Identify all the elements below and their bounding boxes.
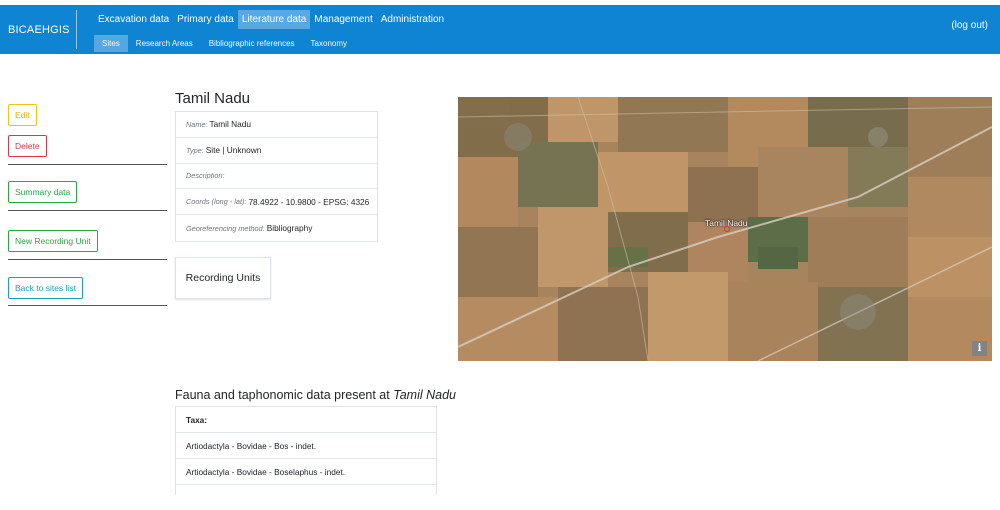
recording-units-card[interactable]: Recording Units — [175, 257, 271, 299]
detail-description: Description: — [176, 164, 377, 190]
edit-button[interactable]: Edit — [8, 104, 37, 126]
brand-divider — [76, 10, 77, 49]
sidebar: Edit Delete Summary data New Recording U… — [8, 104, 167, 306]
table-row: Artiodactyla - Bovidae - Boselaphus - in… — [176, 459, 436, 485]
fauna-heading-prefix: Fauna and taphonomic data present at — [175, 388, 390, 402]
new-recording-unit-button[interactable]: New Recording Unit — [8, 230, 98, 252]
subnav-taxonomy[interactable]: Taxonomy — [303, 35, 355, 52]
detail-value: Site | Unknown — [205, 145, 262, 156]
fauna-heading-site: Tamil Nadu — [393, 388, 456, 402]
detail-label: Type: — [186, 145, 204, 155]
detail-name: Name: Tamil Nadu — [176, 112, 377, 138]
nav-management[interactable]: Management — [310, 10, 376, 29]
subnav-research-areas[interactable]: Research Areas — [128, 35, 201, 52]
nav-primary-data[interactable]: Primary data — [173, 10, 238, 29]
subnav-sites[interactable]: Sites — [94, 35, 128, 52]
map-info-icon[interactable]: i — [972, 341, 987, 356]
site-details-card: Name: Tamil Nadu Type: Site | Unknown De… — [175, 111, 378, 242]
logout-link[interactable]: (log out) — [951, 20, 988, 31]
detail-value: Bibliography — [266, 223, 313, 234]
fauna-table: Taxa: Artiodactyla - Bovidae - Bos - ind… — [175, 406, 437, 495]
sidebar-divider — [8, 305, 167, 306]
navbar: BICAEHGIS Excavation data Primary data L… — [0, 5, 1000, 54]
nav-administration[interactable]: Administration — [377, 10, 448, 29]
detail-label: Description: — [186, 171, 225, 181]
satellite-map[interactable]: Tamil Nadu i — [458, 97, 992, 361]
detail-georeferencing: Georeferencing method: Bibliography — [176, 215, 377, 241]
delete-button[interactable]: Delete — [8, 135, 47, 157]
nav-excavation-data[interactable]: Excavation data — [94, 10, 173, 29]
page-title: Tamil Nadu — [175, 90, 251, 107]
fauna-heading: Fauna and taphonomic data present at Tam… — [175, 388, 456, 402]
brand-logo[interactable]: BICAEHGIS — [8, 24, 70, 36]
detail-label: Name: — [186, 119, 208, 129]
back-to-sites-button[interactable]: Back to sites list — [8, 277, 83, 299]
nav-literature-data[interactable]: Literature data — [237, 10, 311, 29]
detail-coords: Coords (long - lat): 78.4922 - 10.9800 -… — [176, 189, 377, 216]
table-row: Artiodactyla - Bovidae - Bos - indet. — [176, 433, 436, 459]
table-header: Taxa: — [176, 407, 436, 433]
subnav-bibliographic-references[interactable]: Bibliographic references — [201, 35, 303, 52]
table-row — [176, 485, 436, 495]
detail-value: 78.4922 - 10.9800 - EPSG: 4326 — [248, 196, 370, 207]
detail-type: Type: Site | Unknown — [176, 138, 377, 164]
detail-label: Coords (long - lat): — [186, 197, 247, 207]
detail-label: Georeferencing method: — [186, 223, 265, 233]
summary-data-button[interactable]: Summary data — [8, 181, 78, 203]
detail-value: Tamil Nadu — [209, 119, 252, 130]
sub-nav: Sites Research Areas Bibliographic refer… — [94, 35, 355, 52]
main-nav: Excavation data Primary data Literature … — [94, 10, 448, 29]
map-marker-icon[interactable] — [724, 226, 730, 232]
